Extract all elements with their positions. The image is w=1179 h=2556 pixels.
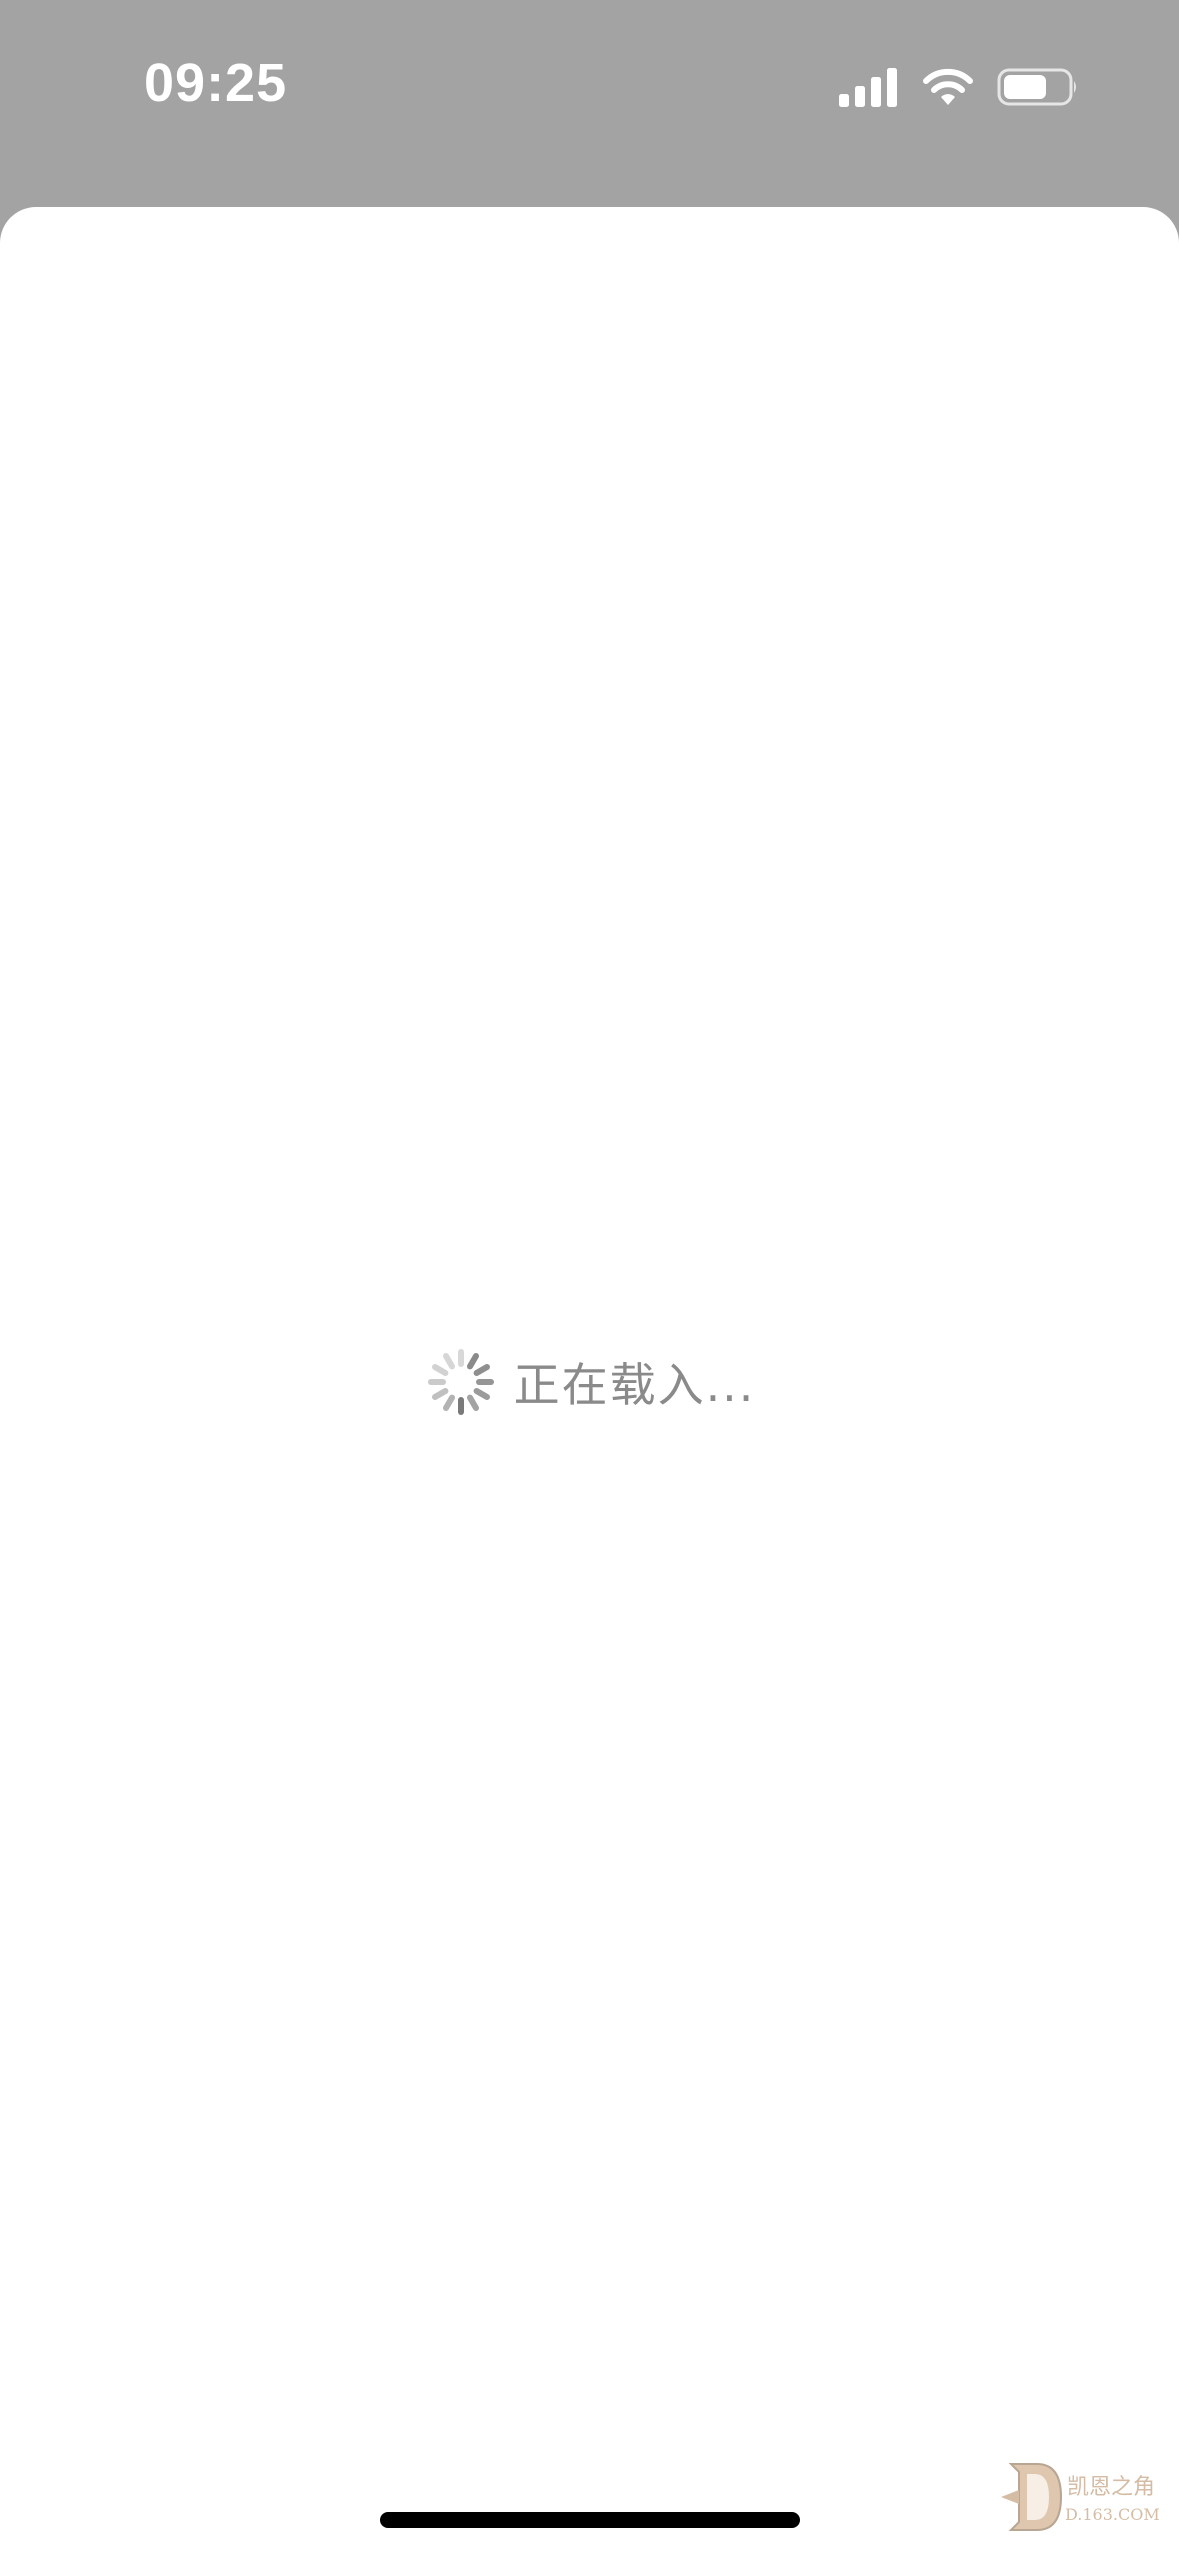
watermark-logo: 凯恩之角 D.163.COM [1001,2463,1160,2531]
wifi-icon [923,68,973,105]
loading-text: 正在载入... [513,1358,756,1412]
diablo-d-logo [1001,2463,1063,2531]
status-time: 09:25 [144,53,288,113]
status-icons [839,62,1079,112]
svg-text:凯恩之角: 凯恩之角 [1067,2475,1155,2500]
status-bar: 09:25 [0,0,1179,200]
loading-indicator: 正在载入... [0,1342,1179,1422]
battery-icon [997,68,1076,106]
cellular-signal-icon [839,68,897,107]
svg-text:D.163.COM: D.163.COM [1065,2505,1160,2524]
home-indicator[interactable] [380,2512,800,2528]
spinner-icon [427,1349,494,1415]
screen: 09:25 正在载入... 凯恩之角 D.163.COM [0,0,1179,2556]
